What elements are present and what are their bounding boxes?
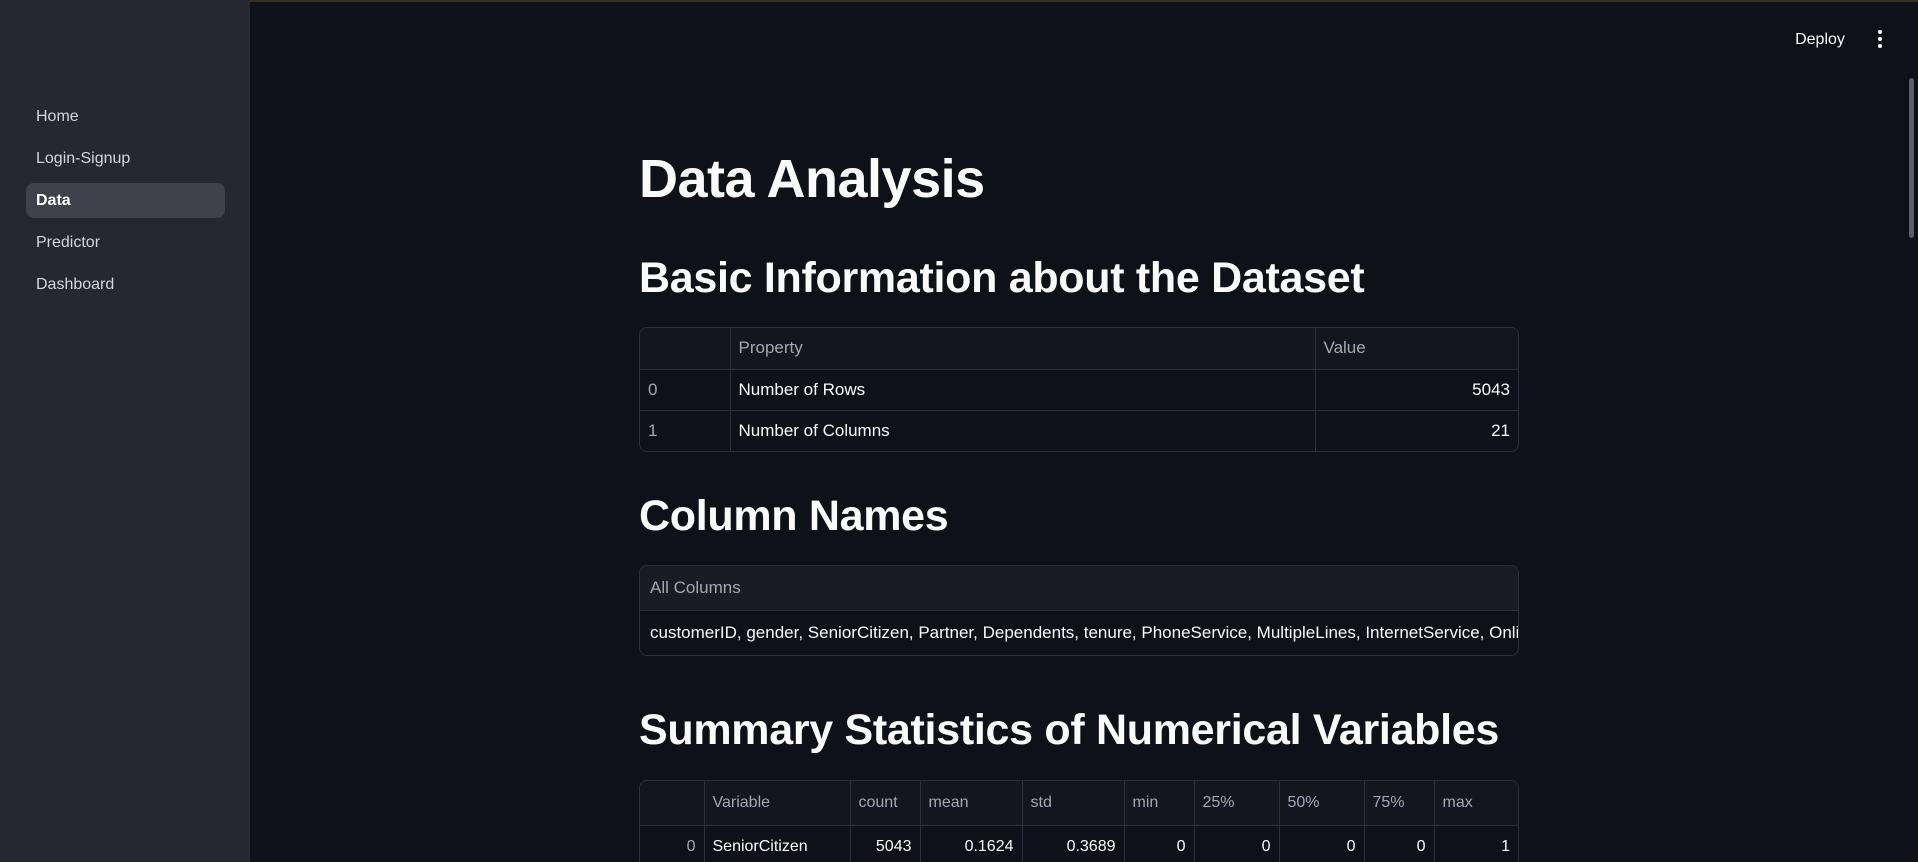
table-header-row: Property Value [640,328,1518,370]
table-row: 0 Number of Rows 5043 [640,369,1518,411]
count-cell: 5043 [850,825,921,862]
all-columns-cell: customerID, gender, SeniorCitizen, Partn… [650,623,1518,642]
row-index: 0 [640,825,705,862]
max-cell: 1 [1501,838,1510,856]
summary-stats-table[interactable]: Variable count mean std min 25% 50% 75% … [639,780,1519,862]
sidebar-item-home[interactable]: Home [26,99,225,134]
sidebar-item-dashboard[interactable]: Dashboard [26,267,225,302]
std-cell: 0.3689 [1022,825,1125,862]
sidebar-item-label: Dashboard [36,275,115,293]
table-row: 1 Number of Columns 21 [640,410,1518,451]
column-header-variable: Variable [704,781,851,826]
kebab-dot [1878,30,1882,34]
basic-info-heading: Basic Information about the Dataset [639,254,1365,302]
column-header-min: min [1124,781,1195,826]
column-header-max: max [1434,781,1518,826]
p75-cell: 0 [1364,825,1435,862]
column-header-index [640,328,731,370]
scrollbar-thumb[interactable] [1909,78,1914,238]
column-header-all-columns: All Columns [640,566,1518,611]
top-accent-line [0,0,1918,2]
column-header-std: std [1022,781,1125,826]
column-header-index [640,781,705,826]
kebab-menu-icon[interactable] [1877,30,1883,50]
variable-cell: SeniorCitizen [704,825,851,862]
sidebar-item-label: Login-Signup [36,149,131,167]
table-header-row: Variable count mean std min 25% 50% 75% … [640,781,1518,826]
min-cell: 0 [1124,825,1195,862]
column-header-property: Property [730,328,1316,370]
basic-info-table[interactable]: Property Value 0 Number of Rows 5043 1 N… [639,327,1519,452]
kebab-dot [1878,44,1882,48]
row-index: 1 [640,410,731,451]
sidebar-item-label: Predictor [36,233,101,251]
value-cell: 21 [1491,420,1510,440]
column-header-25: 25% [1194,781,1280,826]
page-title: Data Analysis [639,149,985,209]
column-header-count: count [850,781,921,826]
sidebar-item-label: Data [36,191,71,209]
value-cell: 5043 [1315,369,1518,411]
property-cell: Number of Columns [730,410,1316,451]
sidebar-item-predictor[interactable]: Predictor [26,225,225,260]
p25-cell: 0 [1194,825,1280,862]
column-header-50: 50% [1279,781,1365,826]
p50-cell: 0 [1279,825,1365,862]
column-names-heading: Column Names [639,492,949,540]
row-index: 0 [640,369,731,411]
property-cell: Number of Rows [730,369,1316,411]
column-header-75: 75% [1364,781,1435,826]
kebab-dot [1878,37,1882,41]
summary-stats-heading: Summary Statistics of Numerical Variable… [639,706,1500,754]
sidebar: Home Login-Signup Data Predictor Dashboa… [0,0,250,862]
sidebar-item-login-signup[interactable]: Login-Signup [26,141,225,176]
sidebar-item-label: Home [36,107,79,125]
column-header-value: Value [1315,328,1518,370]
table-row: 0 SeniorCitizen 5043 0.1624 0.3689 0 0 0… [640,825,1518,862]
column-header-mean: mean [920,781,1023,826]
sidebar-item-data[interactable]: Data [26,183,225,218]
mean-cell: 0.1624 [920,825,1023,862]
deploy-button[interactable]: Deploy [1780,26,1860,54]
column-names-table[interactable]: All Columns customerID, gender, SeniorCi… [639,565,1519,656]
sidebar-nav: Home Login-Signup Data Predictor Dashboa… [26,99,225,309]
